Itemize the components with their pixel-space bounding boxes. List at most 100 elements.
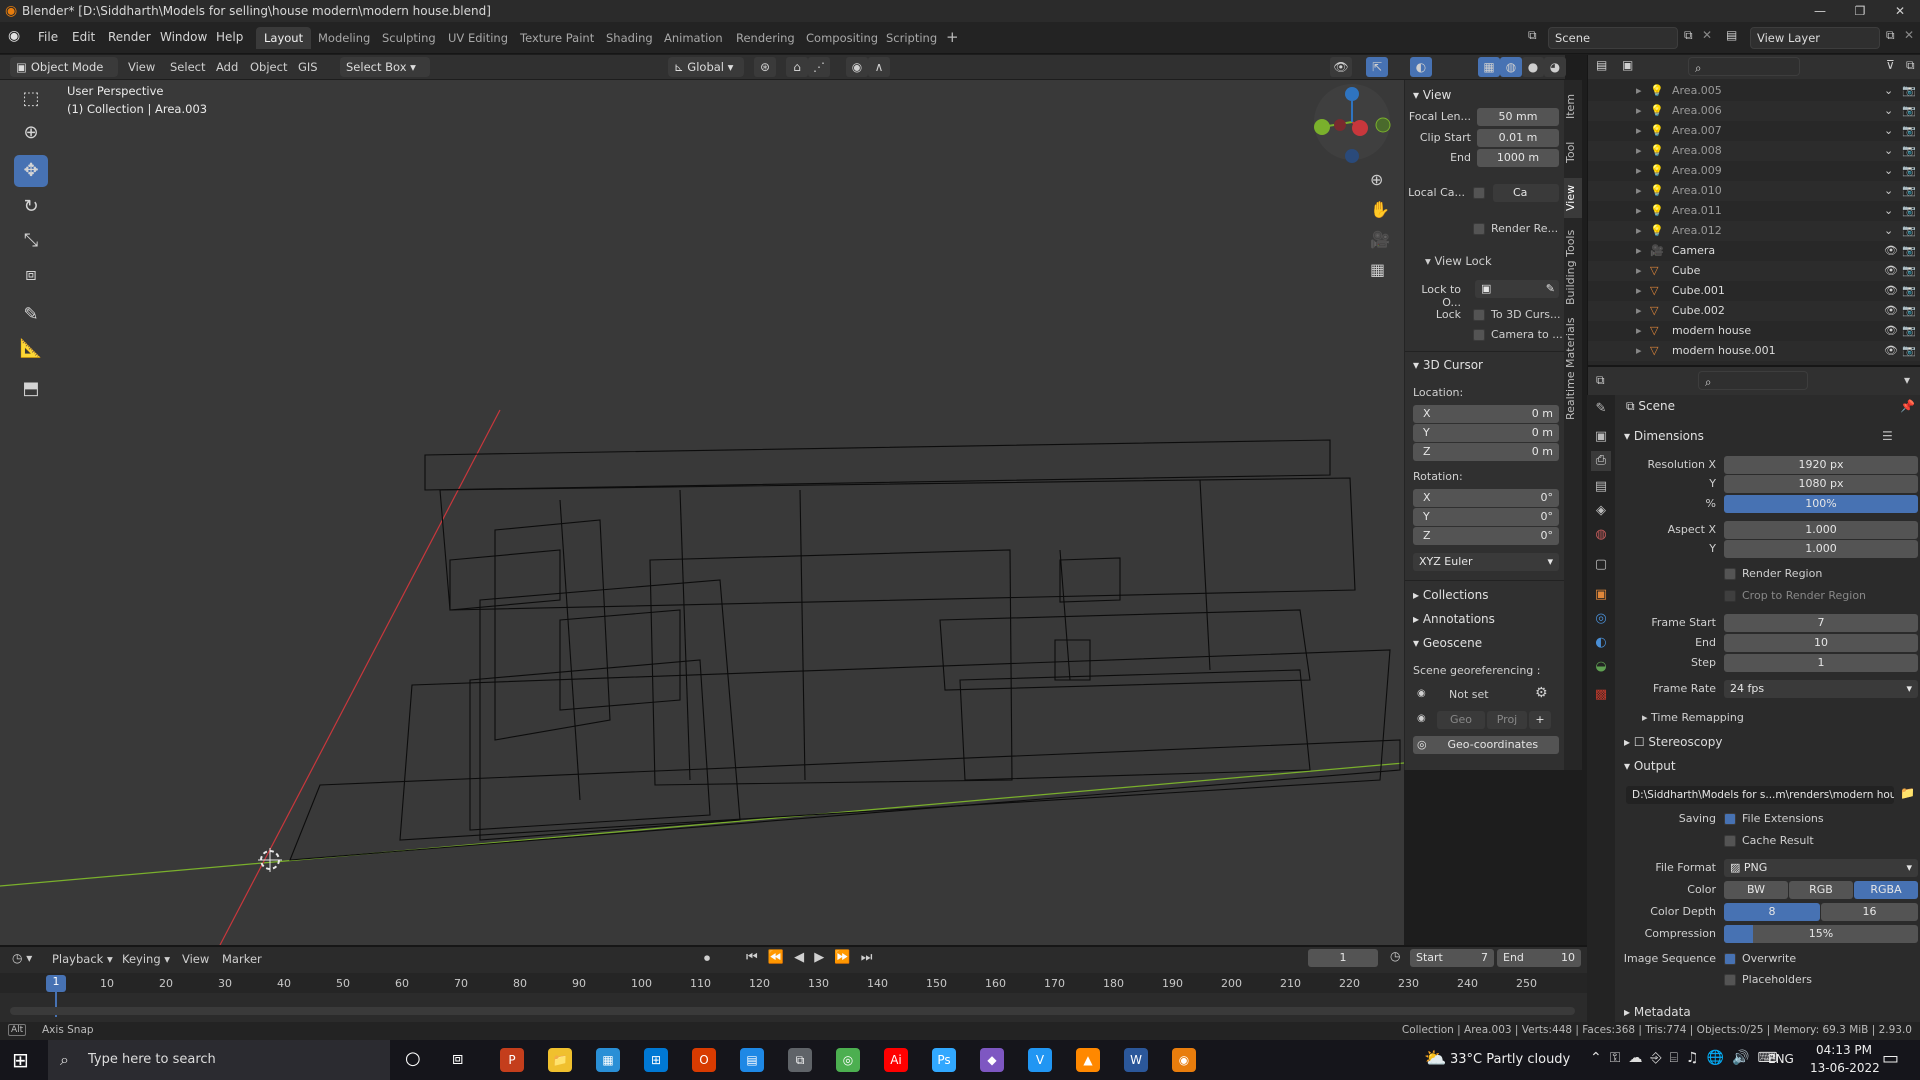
visibility-eye-icon[interactable]: 👁 bbox=[1884, 321, 1898, 341]
3d-cursor-header[interactable]: ▾ 3D Cursor bbox=[1413, 358, 1483, 372]
outliner-item-name[interactable]: Area.009 bbox=[1672, 161, 1722, 181]
outliner-search-input[interactable]: ⌕ bbox=[1688, 57, 1800, 76]
outliner-row[interactable]: ▸ ▽ Cube.001 👁 📷 bbox=[1588, 281, 1920, 301]
visibility-eye-icon[interactable]: ⌄ bbox=[1884, 161, 1893, 181]
view-layer-props-icon[interactable]: ▤ bbox=[1591, 477, 1611, 497]
data-props-icon[interactable]: ◒ bbox=[1591, 657, 1611, 677]
frame-step-field[interactable]: 1 bbox=[1724, 654, 1918, 672]
color-rgba-button[interactable]: RGBA bbox=[1854, 881, 1918, 899]
cursor-loc-z-field[interactable]: Z0 m bbox=[1413, 443, 1559, 461]
ortho-grid-icon[interactable]: ▦ bbox=[1370, 260, 1385, 279]
taskbar-app-icon[interactable]: P bbox=[500, 1048, 524, 1072]
frame-rate-dropdown[interactable]: 24 fps ▾ bbox=[1724, 680, 1918, 698]
visibility-eye-icon[interactable]: ⌄ bbox=[1884, 121, 1893, 141]
delete-scene-icon[interactable]: ✕ bbox=[1702, 28, 1712, 42]
tab-rendering[interactable]: Rendering bbox=[728, 27, 803, 49]
proportional-edit-icon[interactable]: ◉ bbox=[846, 57, 868, 77]
object-props-icon[interactable]: ▣ bbox=[1591, 585, 1611, 605]
blender-menu-icon[interactable]: ◉ bbox=[8, 28, 20, 44]
outliner-item-name[interactable]: Area.008 bbox=[1672, 141, 1722, 161]
clock-date[interactable]: 13-06-2022 bbox=[1810, 1061, 1880, 1075]
add-workspace-icon[interactable]: + bbox=[946, 28, 959, 46]
timeline-scrollbar[interactable] bbox=[10, 1007, 1575, 1015]
filter-icon[interactable]: ⊽ bbox=[1886, 58, 1895, 72]
view-menu[interactable]: View bbox=[128, 57, 155, 77]
geoscene-settings-icon[interactable]: ⚙ bbox=[1535, 685, 1548, 701]
focal-length-field[interactable]: 50 mm bbox=[1477, 108, 1559, 126]
object-menu[interactable]: Object bbox=[250, 57, 287, 77]
resolution-percent-field[interactable]: 100% bbox=[1724, 495, 1918, 513]
current-frame-field[interactable]: 1 bbox=[1308, 949, 1378, 967]
dimensions-header[interactable]: ▾ Dimensions bbox=[1624, 429, 1704, 443]
taskbar-app-icon[interactable]: ◉ bbox=[1172, 1048, 1196, 1072]
tab-layout[interactable]: Layout bbox=[256, 27, 312, 49]
add-proj-icon[interactable]: + bbox=[1529, 711, 1551, 729]
output-header[interactable]: ▾ Output bbox=[1624, 759, 1676, 773]
lock-3d-cursor-checkbox[interactable] bbox=[1473, 309, 1485, 321]
color-bw-button[interactable]: BW bbox=[1724, 881, 1788, 899]
camera-to-view-checkbox[interactable] bbox=[1473, 329, 1485, 341]
annotations-header[interactable]: ▸ Annotations bbox=[1413, 612, 1495, 626]
view-layer-selector[interactable]: View Layer bbox=[1750, 27, 1880, 49]
cursor-rot-y-field[interactable]: Y 0° bbox=[1413, 508, 1559, 526]
stereoscopy-header[interactable]: ▸ ☐ Stereoscopy bbox=[1624, 735, 1722, 749]
annotate-tool-icon[interactable]: ✎ bbox=[14, 299, 48, 331]
tab-uv-editing[interactable]: UV Editing bbox=[440, 27, 516, 49]
taskbar-app-icon[interactable]: O bbox=[692, 1048, 716, 1072]
crop-checkbox[interactable] bbox=[1724, 590, 1736, 602]
expand-icon[interactable]: ▸ bbox=[1636, 341, 1642, 361]
cursor-rot-z-field[interactable]: Z 0° bbox=[1413, 527, 1559, 545]
taskbar-search[interactable]: ⌕ Type here to search bbox=[48, 1040, 390, 1080]
shading-material-icon[interactable]: ◕ bbox=[1544, 57, 1566, 77]
scale-tool-icon[interactable]: ⤡ bbox=[14, 225, 48, 257]
tab-modeling[interactable]: Modeling bbox=[310, 27, 378, 49]
outliner-item-name[interactable]: Camera bbox=[1672, 241, 1715, 261]
tab-tool[interactable]: Tool bbox=[1564, 132, 1582, 172]
minimize-icon[interactable]: — bbox=[1800, 0, 1840, 22]
outliner-row[interactable]: ▸ 💡 Area.005 ⌄ 📷 bbox=[1588, 81, 1920, 101]
expand-icon[interactable]: ▸ bbox=[1636, 101, 1642, 121]
expand-icon[interactable]: ▸ bbox=[1636, 301, 1642, 321]
record-icon[interactable]: ⏺ bbox=[704, 951, 710, 966]
frame-end-field[interactable]: 10 bbox=[1724, 634, 1918, 652]
outliner-item-name[interactable]: Area.010 bbox=[1672, 181, 1722, 201]
outliner-row[interactable]: ▸ 💡 Area.009 ⌄ 📷 bbox=[1588, 161, 1920, 181]
output-props-icon[interactable]: ⎙ bbox=[1591, 451, 1611, 471]
visibility-eye-icon[interactable]: ⌄ bbox=[1884, 221, 1893, 241]
cursor-tool-icon[interactable]: ⊕ bbox=[14, 117, 48, 149]
taskbar-app-icon[interactable]: ◎ bbox=[836, 1048, 860, 1072]
outliner-row[interactable]: ▸ ▽ modern house 👁 📷 bbox=[1588, 321, 1920, 341]
weather-text[interactable]: 33°C Partly cloudy bbox=[1450, 1052, 1570, 1067]
visibility-eye-icon[interactable]: 👁 bbox=[1884, 341, 1898, 361]
new-view-layer-icon[interactable]: ⧉ bbox=[1886, 28, 1895, 43]
pan-hand-icon[interactable]: ✋ bbox=[1370, 200, 1390, 219]
snap-icon[interactable]: ⌂ bbox=[786, 57, 808, 77]
editor-type-icon[interactable]: ▤ bbox=[1596, 58, 1607, 72]
world-props-icon[interactable]: ◍ bbox=[1591, 525, 1611, 545]
visibility-eye-icon[interactable]: ⌄ bbox=[1884, 101, 1893, 121]
render-camera-icon[interactable]: 📷 bbox=[1902, 241, 1916, 261]
render-camera-icon[interactable]: 📷 bbox=[1902, 321, 1916, 341]
render-camera-icon[interactable]: 📷 bbox=[1902, 281, 1916, 301]
properties-editor-icon[interactable]: ⧉ bbox=[1596, 373, 1605, 388]
overwrite-checkbox[interactable] bbox=[1724, 953, 1736, 965]
render-camera-icon[interactable]: 📷 bbox=[1902, 341, 1916, 361]
cortana-icon[interactable]: ○ bbox=[405, 1048, 421, 1069]
expand-icon[interactable]: ▸ bbox=[1636, 221, 1642, 241]
start-frame-field[interactable]: Start 7 bbox=[1410, 949, 1494, 967]
overlays-icon[interactable]: ◐ bbox=[1410, 57, 1432, 77]
proj-button[interactable]: Proj bbox=[1487, 711, 1527, 729]
windows-start-icon[interactable]: ⊞ bbox=[12, 1048, 29, 1072]
tab-view[interactable]: View bbox=[1564, 178, 1582, 218]
properties-options-icon[interactable]: ▾ bbox=[1904, 373, 1910, 387]
collections-header[interactable]: ▸ Collections bbox=[1413, 588, 1488, 602]
local-camera-field[interactable]: Ca bbox=[1493, 184, 1559, 202]
outliner-row[interactable]: ▸ 💡 Area.007 ⌄ 📷 bbox=[1588, 121, 1920, 141]
visibility-eye-icon[interactable]: 👁 bbox=[1884, 301, 1898, 321]
metadata-header[interactable]: ▸ Metadata bbox=[1624, 1005, 1691, 1019]
texture-props-icon[interactable]: ▩ bbox=[1591, 685, 1611, 705]
view-section-header[interactable]: ▾ View bbox=[1413, 88, 1451, 102]
render-camera-icon[interactable]: 📷 bbox=[1902, 221, 1916, 241]
outliner-item-name[interactable]: Area.011 bbox=[1672, 201, 1722, 221]
constraint-props-icon[interactable]: ◐ bbox=[1591, 633, 1611, 653]
